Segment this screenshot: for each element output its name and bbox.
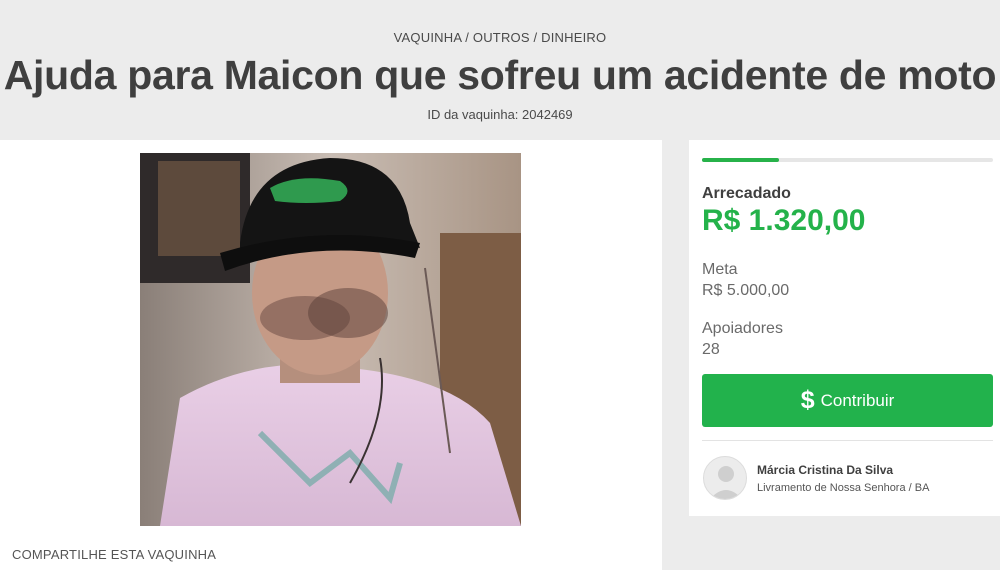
progress-fill [702, 158, 779, 162]
progress-bar [702, 158, 993, 162]
goal-value: R$ 5.000,00 [702, 282, 790, 299]
supporters-label: Apoiadores [702, 320, 783, 337]
divider [702, 440, 993, 441]
page-header: VAQUINHA / OUTROS / DINHEIRO Ajuda para … [0, 0, 1000, 140]
campaign-photo [140, 153, 521, 526]
share-label: COMPARTILHE ESTA VAQUINHA [12, 547, 217, 562]
raised-value: R$ 1.320,00 [702, 204, 866, 237]
campaign-photo-illustration [140, 153, 521, 526]
contribute-label: Contribuir [820, 390, 895, 410]
page-title: Ajuda para Maicon que sofreu um acidente… [3, 52, 997, 98]
donation-summary-card: Arrecadado R$ 1.320,00 Meta R$ 5.000,00 … [689, 140, 1000, 516]
raised-label: Arrecadado [702, 185, 791, 202]
campaign-id: ID da vaquinha: 2042469 [427, 107, 573, 122]
organizer-name[interactable]: Márcia Cristina Da Silva [757, 463, 893, 477]
organizer-location: Livramento de Nossa Senhora / BA [757, 482, 930, 494]
breadcrumb[interactable]: VAQUINHA / OUTROS / DINHEIRO [0, 30, 1000, 45]
avatar-silhouette-icon [710, 466, 742, 499]
goal-label: Meta [702, 261, 738, 278]
user-avatar-icon[interactable] [703, 456, 747, 500]
contribute-button[interactable]: $ Contribuir [702, 374, 993, 427]
supporters-value: 28 [702, 341, 720, 358]
dollar-icon: $ [800, 386, 815, 414]
campaign-media-card: COMPARTILHE ESTA VAQUINHA [0, 140, 662, 570]
